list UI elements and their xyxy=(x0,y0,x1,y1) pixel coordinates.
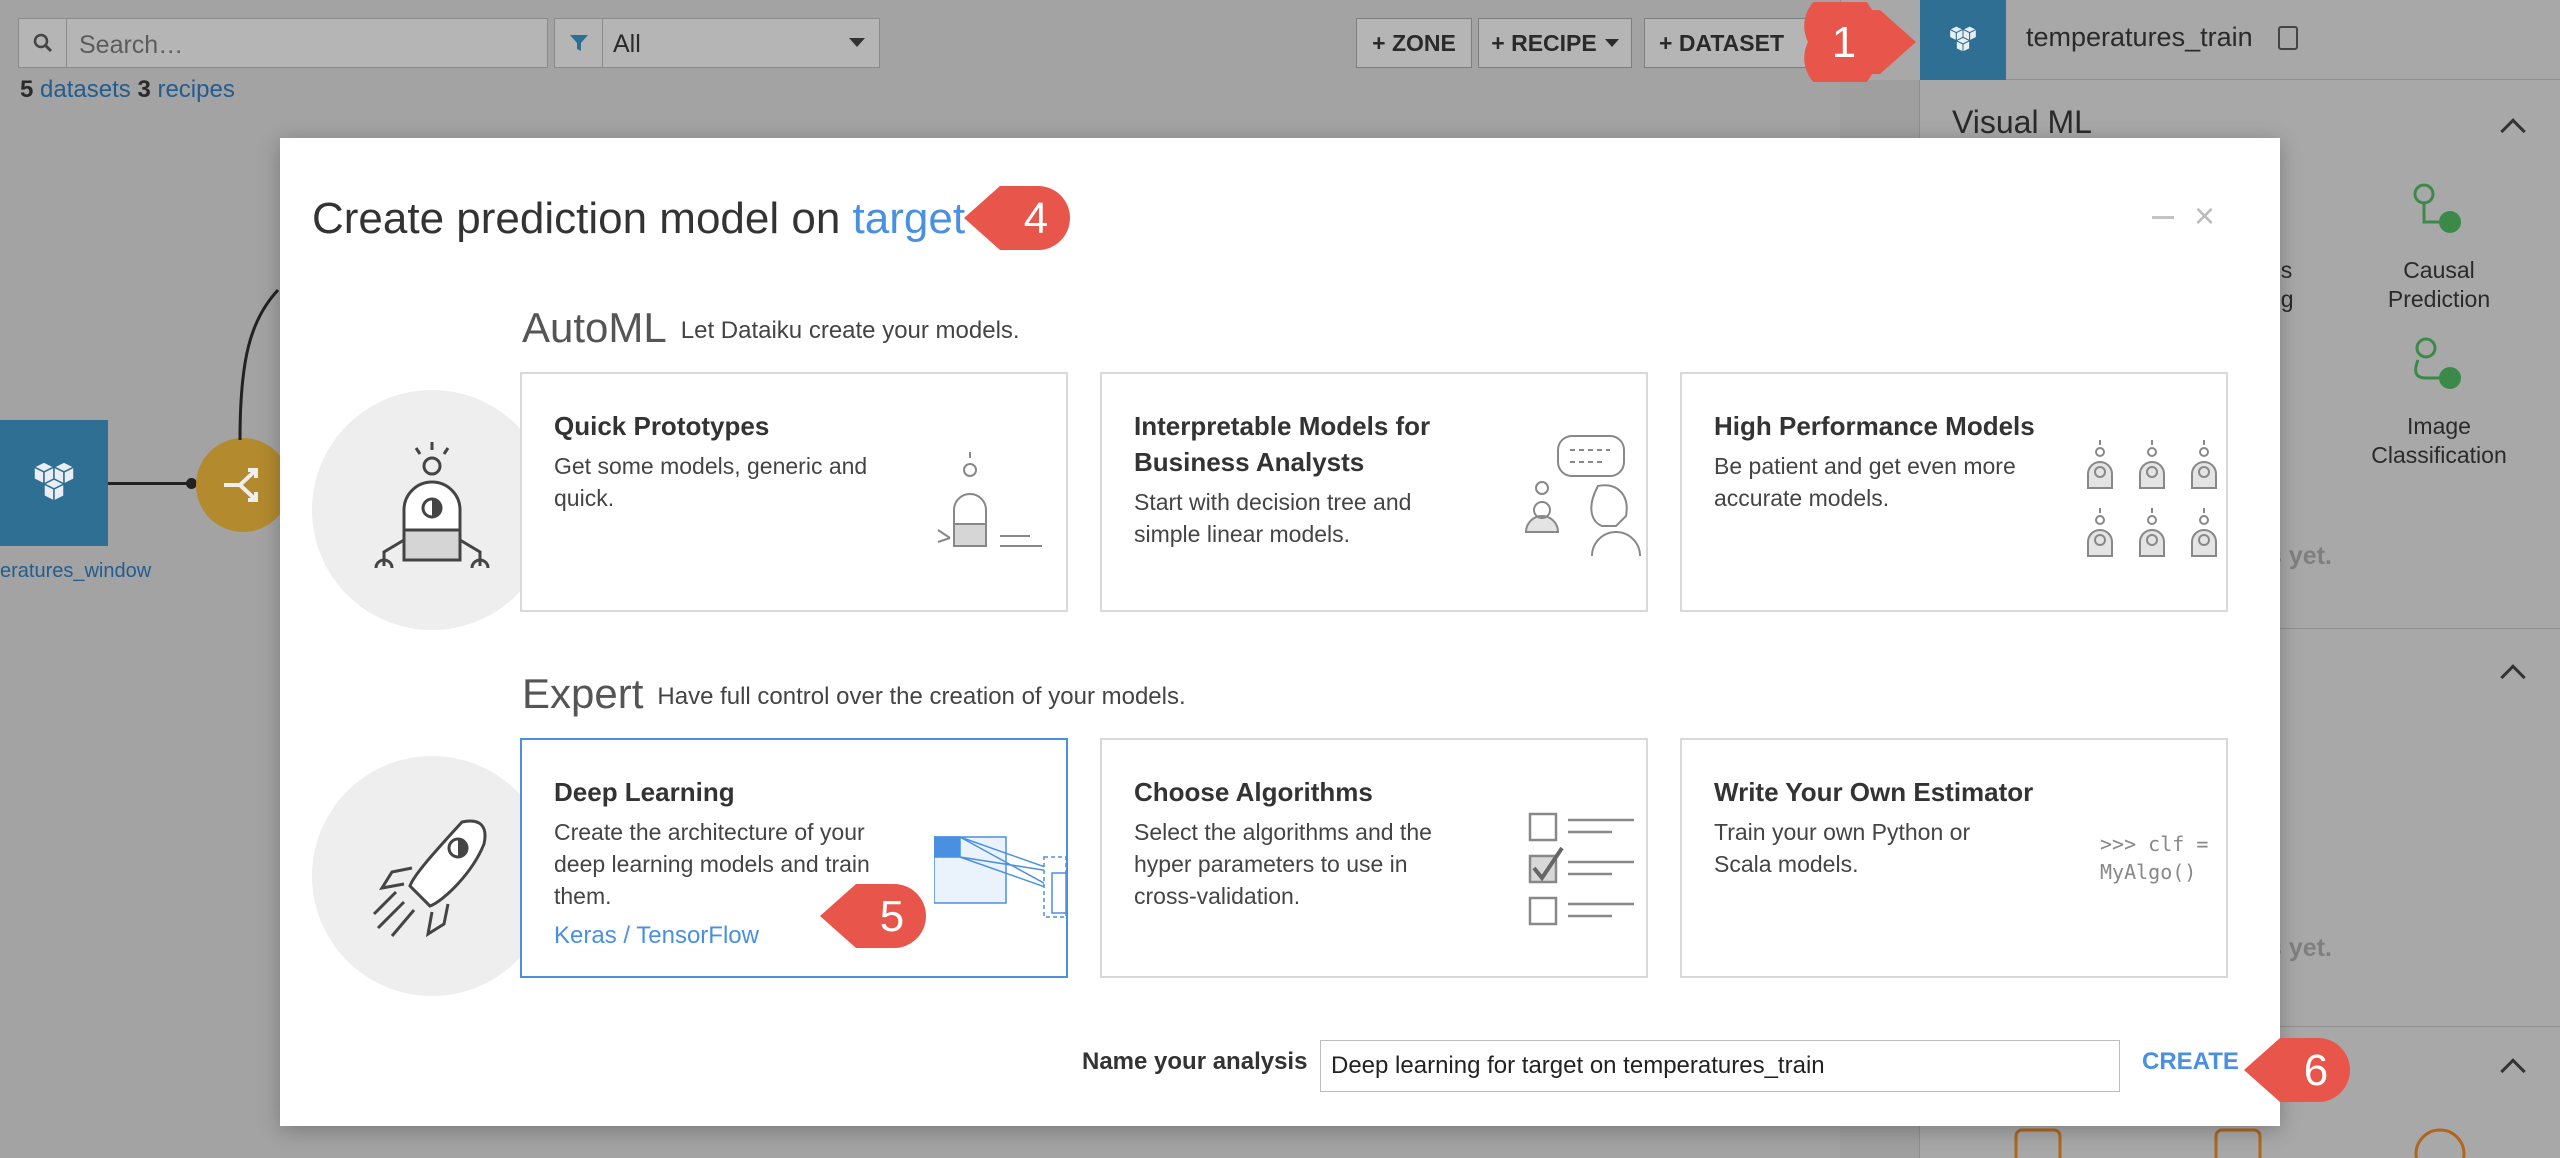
search-icon xyxy=(19,19,67,67)
card-title: Quick Prototypes xyxy=(554,411,770,441)
edit-icon xyxy=(2214,1128,2262,1158)
deep-learning-card[interactable]: Deep Learning Create the architecture of… xyxy=(520,738,1068,978)
callout-number: 4 xyxy=(1023,194,1049,243)
callout-5: 5 xyxy=(818,876,936,956)
causal-prediction-item[interactable]: Causal Prediction xyxy=(2356,256,2522,314)
datasets-link[interactable]: datasets xyxy=(40,76,131,103)
add-dataset-button[interactable]: + DATASET xyxy=(1644,18,1810,68)
flow-counts: 5 datasets 3 recipes xyxy=(20,76,235,104)
interpretable-models-card[interactable]: Interpretable Models for Business Analys… xyxy=(1100,372,1648,612)
automl-title: AutoML xyxy=(522,304,667,351)
analysis-name-input[interactable] xyxy=(1320,1040,2120,1092)
causal-prediction-icon xyxy=(2413,183,2461,233)
card-description: Be patient and get even more accurate mo… xyxy=(1714,453,2016,511)
write-your-own-estimator-card[interactable]: Write Your Own Estimator Train your own … xyxy=(1680,738,2228,978)
add-recipe-button[interactable]: + RECIPE xyxy=(1478,18,1632,68)
card-title: Deep Learning xyxy=(554,777,735,807)
callout-number: 5 xyxy=(879,892,905,941)
flow-edge xyxy=(108,482,196,485)
card-title: Interpretable Models for Business Analys… xyxy=(1134,411,1431,477)
split-recipe-icon xyxy=(224,468,258,502)
choose-algorithms-card[interactable]: Choose Algorithms Select the algorithms … xyxy=(1100,738,1648,978)
search-input[interactable]: Search… xyxy=(79,31,183,60)
keras-tensorflow-link[interactable]: Keras / TensorFlow xyxy=(554,922,759,950)
target-label: target xyxy=(852,194,966,243)
dialog-title-prefix: Create prediction model on xyxy=(312,194,841,243)
card-title: Choose Algorithms xyxy=(1134,777,1373,807)
edit-icon xyxy=(2014,1128,2062,1158)
recipe-node[interactable] xyxy=(196,438,290,532)
quick-prototype-icon xyxy=(937,452,1042,547)
neural-network-icon xyxy=(934,836,1066,918)
expert-title: Expert xyxy=(522,670,644,717)
add-dataset-label: + DATASET xyxy=(1659,29,1785,56)
code-snippet: >>> clf = MyAlgo() xyxy=(2100,832,2209,884)
automl-subtitle: Let Dataiku create your models. xyxy=(680,316,1020,344)
filter-value: All xyxy=(613,30,641,58)
add-zone-button[interactable]: + ZONE xyxy=(1356,18,1472,68)
card-title: High Performance Models xyxy=(1714,411,2035,441)
dialog-title: Create prediction model on target xyxy=(312,194,988,244)
chevron-down-icon xyxy=(1604,39,1619,47)
upload-icon xyxy=(2414,1128,2466,1158)
dataset-icon xyxy=(32,461,76,503)
card-title: Write Your Own Estimator xyxy=(1714,777,2034,807)
expert-illustration xyxy=(312,756,552,996)
many-robots-icon xyxy=(2087,440,2217,557)
automl-illustration xyxy=(312,390,552,630)
filter-select[interactable]: All xyxy=(554,18,880,68)
callout-1: 1 xyxy=(1800,2,1918,82)
callout-4: 4 xyxy=(962,178,1080,258)
rocket-icon xyxy=(372,819,487,938)
filter-icon xyxy=(555,19,603,67)
card-description: Start with decision tree and simple line… xyxy=(1134,489,1412,547)
add-recipe-label: + RECIPE xyxy=(1491,29,1597,56)
datasets-count: 5 xyxy=(20,76,34,103)
copy-icon[interactable] xyxy=(2278,26,2298,50)
create-model-dialog: Create prediction model on target × Auto… xyxy=(280,138,2280,1126)
recipes-count: 3 xyxy=(137,76,151,103)
chevron-down-icon xyxy=(849,38,865,47)
image-classification-icon xyxy=(2414,337,2461,389)
dataset-node[interactable] xyxy=(0,420,108,546)
image-classification-item[interactable]: Image Classification xyxy=(2356,412,2522,470)
card-description: Train your own Python or Scala models. xyxy=(1714,819,1971,877)
checklist-icon xyxy=(1528,812,1634,926)
analysis-name-label: Name your analysis xyxy=(1082,1048,1308,1075)
callout-number: 6 xyxy=(2303,1046,2329,1095)
callout-number: 1 xyxy=(1831,18,1857,67)
search-box[interactable]: Search… xyxy=(18,18,548,68)
add-zone-label: + ZONE xyxy=(1372,29,1456,56)
dataset-icon xyxy=(1920,0,2006,80)
card-description: Get some models, generic and quick. xyxy=(554,453,868,511)
card-description: Select the algorithms and the hyper para… xyxy=(1134,819,1432,909)
robot-icon xyxy=(374,442,490,569)
dataset-node-label[interactable]: eratures_window xyxy=(0,560,151,583)
quick-prototypes-card[interactable]: Quick Prototypes Get some models, generi… xyxy=(520,372,1068,612)
close-button[interactable]: × xyxy=(2194,196,2215,236)
callout-6: 6 xyxy=(2242,1030,2360,1110)
expert-section-title: Expert Have full control over the creatio… xyxy=(522,670,1186,718)
visual-ml-section-title: Visual ML xyxy=(1952,104,2092,140)
minimize-button[interactable] xyxy=(2152,216,2174,219)
high-performance-models-card[interactable]: High Performance Models Be patient and g… xyxy=(1680,372,2228,612)
right-panel-dataset-name: temperatures_train xyxy=(2026,22,2253,52)
expert-subtitle: Have full control over the creation of y… xyxy=(657,682,1186,710)
create-button[interactable]: CREATE xyxy=(2142,1048,2239,1076)
automl-section-title: AutoML Let Dataiku create your models. xyxy=(522,304,1020,352)
business-analysts-icon xyxy=(1524,435,1641,557)
recipes-link[interactable]: recipes xyxy=(157,76,234,103)
